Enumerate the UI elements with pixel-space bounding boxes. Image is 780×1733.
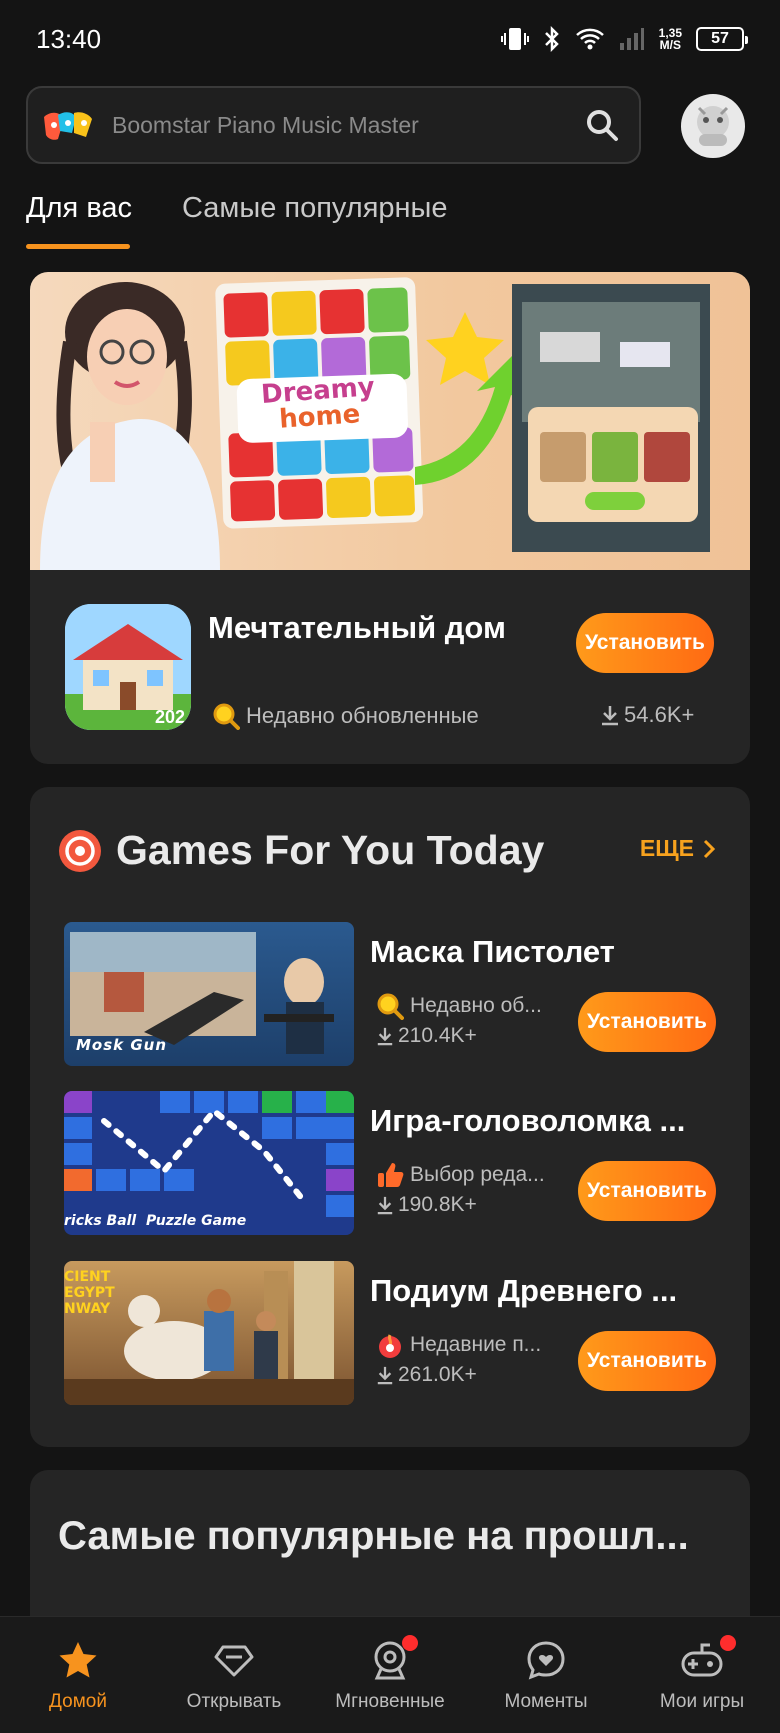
- game-thumbnail[interactable]: ricks Ball Puzzle Game: [64, 1091, 354, 1235]
- featured-tag: Недавно обновленные: [212, 702, 479, 730]
- download-icon: [377, 1027, 393, 1046]
- game-tag-label: Недавно об...: [410, 994, 542, 1017]
- game-tag: Недавние п...: [376, 1331, 541, 1359]
- magnifier-badge-icon: [377, 993, 404, 1020]
- battery-indicator: 57: [696, 27, 748, 51]
- game-title: Маска Пистолет: [370, 934, 615, 969]
- featured-downloads-count: 54.6K+: [624, 702, 695, 727]
- download-icon: [377, 1366, 393, 1385]
- speed-unit: M/S: [659, 38, 681, 52]
- nav-discover[interactable]: Открывать: [156, 1617, 312, 1733]
- nav-my-games[interactable]: Мои игры: [624, 1617, 780, 1733]
- game-downloads: 210.4K+: [376, 1024, 477, 1048]
- notification-badge: [402, 1635, 418, 1651]
- nav-instant[interactable]: Мгновенные: [312, 1617, 468, 1733]
- bottom-navigation: Домой Открывать Мгновенные Моменты Мои и…: [0, 1616, 780, 1733]
- game-tag-label: Выбор реда...: [410, 1163, 545, 1186]
- game-downloads-count: 210.4K+: [398, 1024, 477, 1047]
- banner-logo-text: Dreamy home: [260, 372, 377, 435]
- vibrate-icon: [500, 28, 529, 50]
- featured-card[interactable]: Dreamy home 202 Мечтательный дом Недавно…: [30, 272, 750, 764]
- game-tag: Выбор реда...: [376, 1161, 545, 1189]
- banner-text-home: home: [278, 399, 362, 435]
- game-thumbnail[interactable]: Mosk Gun: [64, 922, 354, 1066]
- game-tag-label: Недавние п...: [410, 1333, 542, 1356]
- section-title: Games For You Today: [116, 827, 545, 873]
- avatar-icon: [697, 106, 729, 146]
- magnifier-badge-icon: [213, 703, 240, 730]
- install-button[interactable]: Установить: [578, 1331, 716, 1391]
- network-speed: 1,35 M/S: [659, 27, 682, 51]
- nav-moments[interactable]: Моменты: [468, 1617, 624, 1733]
- nav-label: Открывать: [186, 1691, 282, 1712]
- nav-label: Мои игры: [659, 1691, 745, 1712]
- bluetooth-icon: [544, 26, 559, 52]
- install-button[interactable]: Установить: [578, 992, 716, 1052]
- thumb-caption: CIENT EGYPT NWAY: [64, 1269, 115, 1317]
- download-icon: [377, 1196, 393, 1215]
- search-bar[interactable]: Boomstar Piano Music Master: [26, 86, 641, 164]
- status-icons: 1,35 M/S 57: [500, 26, 748, 52]
- thumb-caption: ricks Ball Puzzle Game: [64, 1213, 247, 1229]
- battery-level: 57: [711, 30, 729, 47]
- nav-label: Моменты: [504, 1691, 588, 1712]
- more-label: ЕЩЕ: [639, 835, 694, 861]
- featured-title: Мечтательный дом: [208, 610, 506, 645]
- tab-most-popular[interactable]: Самые популярные: [182, 192, 448, 249]
- avatar[interactable]: [681, 94, 745, 158]
- game-row-ancient-runway[interactable]: CIENT EGYPT NWAY Подиум Древнего ... Нед…: [64, 1261, 716, 1405]
- signal-icon: [619, 28, 644, 50]
- wifi-icon: [575, 28, 604, 50]
- status-bar: 13:40 1,35 M/S 57: [0, 0, 780, 78]
- star-icon: [59, 1642, 97, 1678]
- game-downloads: 190.8K+: [376, 1193, 477, 1217]
- featured-app-icon[interactable]: 202: [65, 604, 191, 730]
- nav-label: Мгновенные: [335, 1691, 445, 1712]
- game-row-puzzle[interactable]: ricks Ball Puzzle Game Игра-головоломка …: [64, 1091, 716, 1235]
- diamond-icon: [214, 1645, 254, 1677]
- game-tag: Недавно об...: [376, 992, 542, 1020]
- search-placeholder: Boomstar Piano Music Master: [112, 111, 419, 138]
- moments-icon: [527, 1641, 565, 1680]
- featured-downloads: 54.6K+: [600, 702, 694, 728]
- section-header: Games For You Today: [58, 827, 544, 874]
- thumbs-up-icon: [378, 1163, 404, 1187]
- gamepad-icon: [681, 1643, 723, 1677]
- featured-banner[interactable]: Dreamy home: [30, 272, 750, 570]
- top-tabs: Для вас Самые популярные: [26, 192, 448, 249]
- featured-tag-label: Недавно обновленные: [246, 703, 479, 728]
- banner-artwork: [40, 277, 710, 570]
- app-logo-icon: [44, 112, 92, 140]
- game-downloads-count: 261.0K+: [398, 1363, 477, 1386]
- thumb-caption: Mosk Gun: [76, 1036, 168, 1054]
- featured-install-button[interactable]: Установить: [576, 613, 714, 673]
- target-icon: [59, 829, 101, 872]
- nav-label: Домой: [49, 1691, 107, 1712]
- status-time: 13:40: [36, 23, 102, 54]
- game-downloads: 261.0K+: [376, 1363, 477, 1387]
- icon-year-label: 202: [154, 707, 185, 727]
- nav-home[interactable]: Домой: [0, 1617, 156, 1733]
- game-title: Игра-головоломка ...: [370, 1103, 686, 1138]
- more-link[interactable]: ЕЩЕ: [640, 835, 716, 862]
- game-downloads-count: 190.8K+: [398, 1193, 477, 1216]
- section-title: Самые популярные на прошл...: [58, 1514, 689, 1558]
- game-title: Подиум Древнего ...: [370, 1273, 678, 1308]
- tab-for-you[interactable]: Для вас: [26, 192, 132, 249]
- notification-badge: [720, 1635, 736, 1651]
- games-for-you-section: Games For You Today ЕЩЕ Mosk Gun Маска П…: [30, 787, 750, 1447]
- hot-badge-icon: [379, 1334, 401, 1358]
- search-icon[interactable]: [585, 108, 619, 142]
- chevron-right-icon: [703, 839, 716, 858]
- install-button[interactable]: Установить: [578, 1161, 716, 1221]
- game-thumbnail[interactable]: CIENT EGYPT NWAY: [64, 1261, 354, 1405]
- game-row-mask-gun[interactable]: Mosk Gun Маска Пистолет Недавно об... 21…: [64, 922, 716, 1066]
- download-icon: [602, 706, 618, 726]
